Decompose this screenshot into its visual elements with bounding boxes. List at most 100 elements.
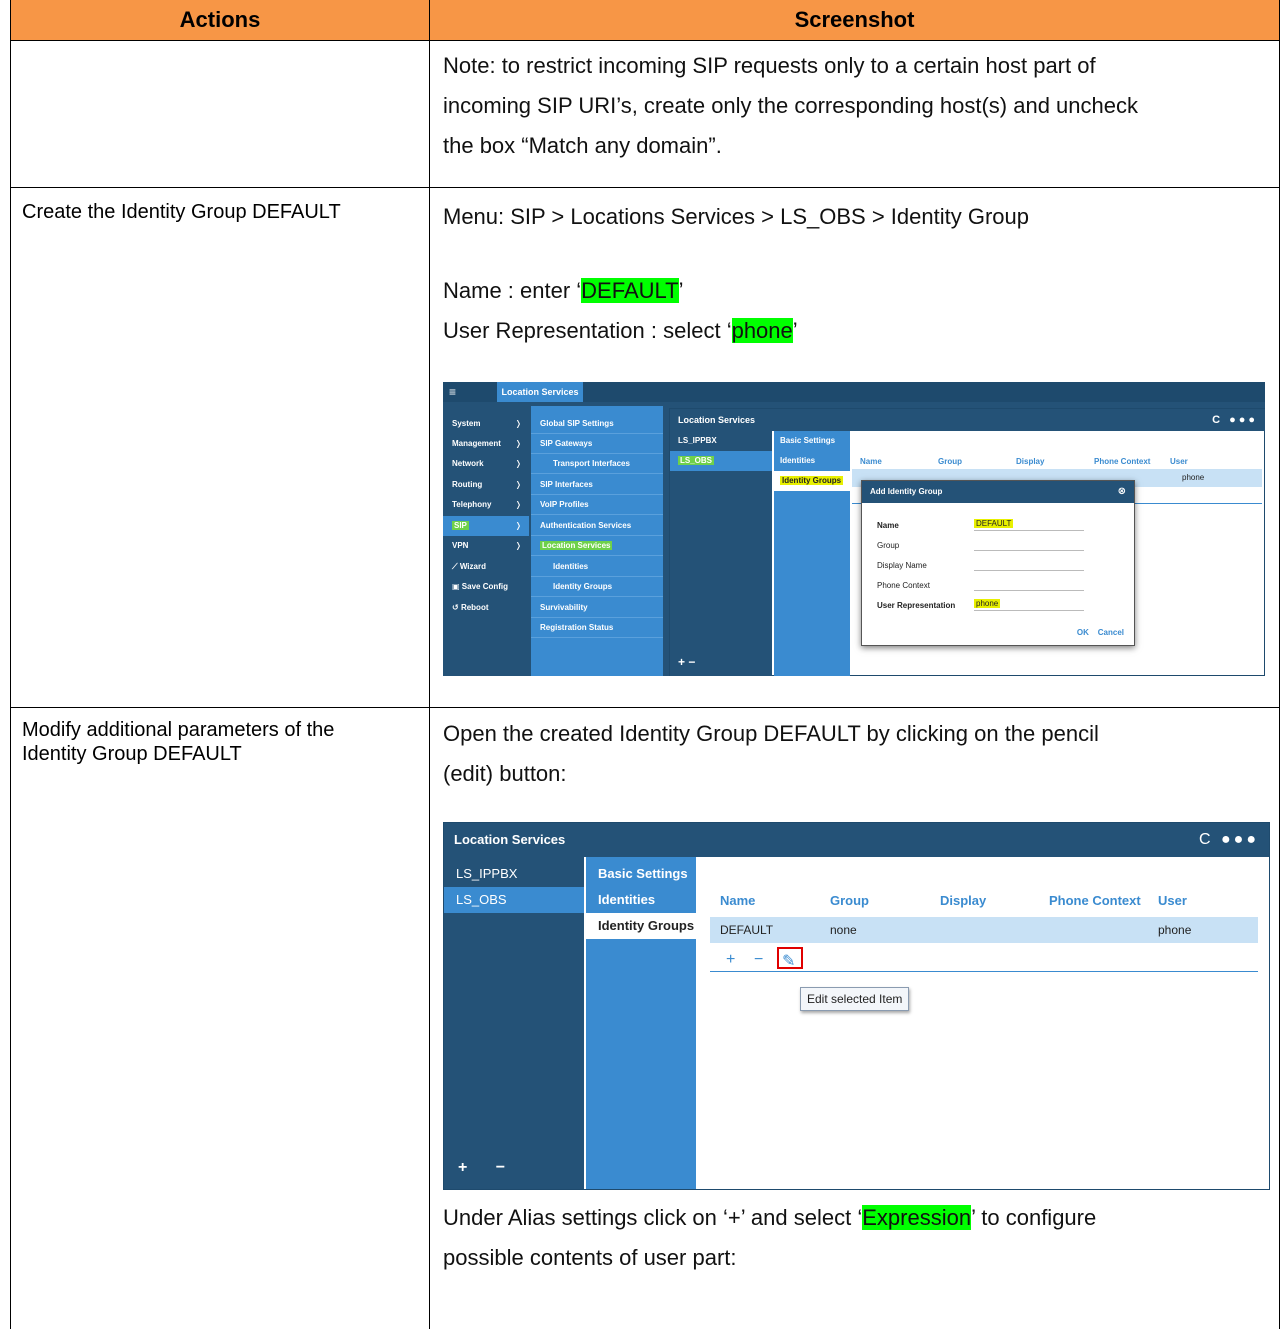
submenu-item[interactable]: VoIP Profiles — [531, 495, 663, 515]
submenu-item[interactable]: SIP Interfaces — [531, 475, 663, 495]
nav-item-sip[interactable]: SIP ❭ — [443, 516, 529, 536]
header-actions: Actions — [11, 0, 429, 40]
tab-location-services[interactable]: Location Services — [497, 382, 583, 402]
menu-path-text: Menu: SIP > Locations Services > LS_OBS … — [443, 204, 1029, 229]
table-row-divider — [10, 187, 1280, 188]
user-representation-select[interactable]: phone — [974, 599, 1084, 611]
reboot-icon: ↺ — [452, 603, 461, 612]
submenu-item[interactable]: Registration Status — [531, 618, 663, 638]
nav-item-system[interactable]: System ❭ — [443, 414, 529, 434]
document-table: Actions Screenshot Note: to restrict inc… — [0, 0, 1281, 1329]
column-header: Group — [830, 893, 869, 908]
submenu-item[interactable]: Transport Interfaces — [531, 454, 663, 474]
settings-item-active[interactable]: Identity Groups — [586, 913, 696, 939]
name-input[interactable]: DEFAULT — [974, 519, 1084, 531]
submenu-item[interactable]: Authentication Services — [531, 516, 663, 536]
settings-item[interactable]: Identities — [774, 451, 850, 471]
close-icon[interactable]: ⊗ — [1118, 481, 1126, 503]
highlight-expression: Expression — [862, 1205, 972, 1230]
field-label: Group — [877, 541, 900, 550]
note-text: Note: to restrict incoming SIP requests … — [443, 46, 1273, 166]
table-row-divider — [10, 40, 1280, 41]
service-item[interactable]: LS_IPPBX — [444, 861, 584, 887]
cell-name: DEFAULT — [720, 923, 774, 937]
cancel-button[interactable]: Cancel — [1098, 628, 1124, 637]
group-select[interactable] — [974, 539, 1084, 551]
phone-context-input[interactable] — [974, 579, 1084, 591]
userrep-instruction: User Representation : select ‘phone’ — [443, 318, 798, 343]
ok-button[interactable]: OK — [1077, 628, 1089, 637]
note-line: the box “Match any domain”. — [443, 133, 722, 158]
submenu-item-location-services[interactable]: Location Services — [531, 536, 663, 556]
settings-item[interactable]: Basic Settings — [774, 431, 850, 451]
settings-list: Basic Settings Identities Identity Group… — [586, 857, 696, 1189]
table-row-divider — [10, 707, 1280, 708]
service-item-selected[interactable]: LS_OBS — [444, 887, 584, 913]
save-icon: ▣ — [452, 582, 462, 591]
name-instruction: Name : enter ‘DEFAULT’ — [443, 278, 684, 303]
nav-item-save-config[interactable]: ▣ Save Config — [443, 577, 529, 597]
service-list: LS_IPPBX LS_OBS + − — [670, 431, 772, 676]
add-identity-group-dialog: Add Identity Group ⊗ Name DEFAULT Group D… — [861, 480, 1135, 646]
remove-button[interactable]: − — [754, 951, 763, 969]
add-remove-buttons[interactable]: + − — [678, 655, 695, 669]
nav-item-management[interactable]: Management ❭ — [443, 434, 529, 454]
action-modify-identity-group: Modify additional parameters of the Iden… — [22, 719, 335, 765]
service-list: LS_IPPBX LS_OBS + − — [444, 857, 584, 1189]
window-controls[interactable]: C ●●● — [1212, 409, 1258, 431]
screenshot-add-identity-group: ≡ Location Services System ❭ Management ❭ … — [443, 382, 1265, 676]
field-label: User Representation — [877, 601, 956, 610]
settings-list: Basic Settings Identities Identity Group… — [774, 431, 850, 676]
submenu-item[interactable]: Global SIP Settings — [531, 414, 663, 434]
cell-group: none — [830, 923, 857, 937]
hamburger-icon[interactable]: ≡ — [449, 386, 461, 398]
settings-item[interactable]: Identities — [586, 887, 696, 913]
field-label: Name — [877, 521, 899, 530]
nav-item-reboot[interactable]: ↺ Reboot — [443, 598, 529, 618]
display-name-input[interactable] — [974, 559, 1084, 571]
settings-item-active[interactable]: Identity Groups — [774, 471, 850, 491]
note-line: incoming SIP URI’s, create only the corr… — [443, 93, 1138, 118]
screenshot-edit-identity-group: Location Services C ●●● LS_IPPBX LS_OBS … — [443, 822, 1270, 1190]
highlight-default: DEFAULT — [581, 278, 679, 303]
edit-button-highlight[interactable] — [777, 947, 803, 969]
column-header: User — [1158, 893, 1187, 908]
nav-item-wizard[interactable]: ⟋ Wizard — [443, 557, 529, 577]
table-border-left — [10, 0, 11, 1329]
nav-item-vpn[interactable]: VPN ❭ — [443, 536, 529, 556]
field-label: Phone Context — [877, 581, 930, 590]
submenu-item[interactable]: Identity Groups — [531, 577, 663, 597]
nav-item-telephony[interactable]: Telephony ❭ — [443, 495, 529, 515]
dialog-title: Add Identity Group ⊗ — [862, 481, 1134, 503]
column-header: Phone Context — [1049, 893, 1141, 908]
window-title: Location Services — [444, 823, 1269, 857]
service-item[interactable]: LS_IPPBX — [670, 431, 772, 451]
add-button[interactable]: + — [726, 951, 735, 969]
sip-submenu: Global SIP Settings SIP Gateways Transpo… — [531, 406, 663, 676]
settings-item[interactable]: Basic Settings — [586, 861, 696, 887]
service-item-selected[interactable]: LS_OBS — [670, 451, 772, 471]
add-remove-buttons[interactable]: + − — [458, 1159, 517, 1177]
field-label: Display Name — [877, 561, 927, 570]
nav-item-network[interactable]: Network ❭ — [443, 454, 529, 474]
cell-user: phone — [1158, 923, 1192, 937]
submenu-item[interactable]: Survivability — [531, 598, 663, 618]
table-border-divider — [429, 0, 430, 1329]
open-instruction: Open the created Identity Group DEFAULT … — [443, 721, 1099, 786]
submenu-item[interactable]: SIP Gateways — [531, 434, 663, 454]
header-screenshot: Screenshot — [430, 0, 1279, 40]
note-line: Note: to restrict incoming SIP requests … — [443, 53, 1096, 78]
wizard-icon: ⟋ — [452, 562, 460, 571]
submenu-item[interactable]: Identities — [531, 557, 663, 577]
row-user: phone — [1182, 473, 1205, 482]
dialog-buttons[interactable]: OK Cancel — [1077, 628, 1124, 637]
action-create-identity-group: Create the Identity Group DEFAULT — [22, 201, 341, 223]
table-border-right — [1279, 0, 1280, 1329]
column-header: Display — [940, 893, 987, 908]
main-nav: System ❭ Management ❭ Network ❭ Routing ❭ Te… — [443, 406, 529, 676]
nav-item-routing[interactable]: Routing ❭ — [443, 475, 529, 495]
app-topbar: ≡ Location Services — [443, 382, 1265, 402]
window-title: Location Services — [670, 409, 1265, 431]
window-controls[interactable]: C ●●● — [1199, 823, 1259, 857]
alias-instruction: Under Alias settings click on ‘+’ and se… — [443, 1205, 1097, 1270]
